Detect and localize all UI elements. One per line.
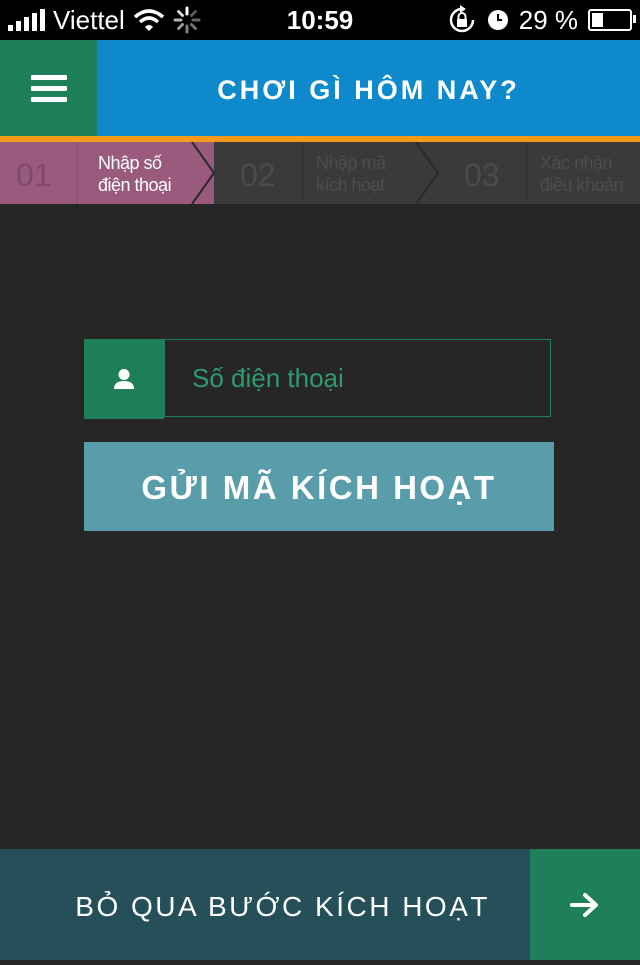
step-number: 03 bbox=[464, 157, 500, 193]
step-label: Xác nhận điều khoản bbox=[540, 153, 624, 195]
step-chevron bbox=[415, 142, 440, 204]
skip-activation-bar[interactable]: BỎ QUA BƯỚC KÍCH HOẠT bbox=[0, 849, 640, 960]
battery-percent: 29 % bbox=[518, 4, 578, 35]
user-icon bbox=[114, 369, 134, 389]
step-indicator: 01 Nhập số điện thoại 02 Nhập mã kích ho… bbox=[0, 142, 640, 204]
step-chevron bbox=[190, 142, 216, 204]
hamburger-menu-icon bbox=[30, 69, 67, 108]
step-number: 01 bbox=[16, 157, 52, 193]
send-activation-code-button[interactable]: GỬI MÃ KÍCH HOẠT bbox=[84, 442, 554, 531]
phone-number-input[interactable] bbox=[164, 339, 551, 417]
skip-activation-label: BỎ QUA BƯỚC KÍCH HOẠT bbox=[75, 891, 490, 922]
step-1: 01 Nhập số điện thoại bbox=[0, 142, 214, 204]
step-label: Nhập mã kích hoạt bbox=[316, 153, 386, 195]
step-3: 03 Xác nhận điều khoản bbox=[440, 142, 640, 204]
step-label: Nhập số điện thoại bbox=[98, 153, 172, 195]
step-number: 02 bbox=[240, 157, 276, 193]
app-header: CHƠI GÌ HÔM NAY? bbox=[0, 40, 640, 136]
skip-activation-button[interactable] bbox=[530, 849, 640, 960]
alarm-icon bbox=[487, 10, 508, 30]
rotation-lock-icon bbox=[449, 5, 474, 33]
arrow-right-icon bbox=[570, 892, 598, 917]
phone-field-row bbox=[84, 339, 553, 419]
page-title: CHƠI GÌ HÔM NAY? bbox=[217, 75, 520, 105]
menu-button[interactable] bbox=[0, 40, 97, 136]
battery-icon bbox=[588, 9, 636, 31]
step-2: 02 Nhập mã kích hoạt bbox=[216, 142, 416, 204]
status-bar: Viettel 10:59 29 % bbox=[0, 0, 640, 40]
phone-field-icon-box bbox=[84, 339, 164, 419]
